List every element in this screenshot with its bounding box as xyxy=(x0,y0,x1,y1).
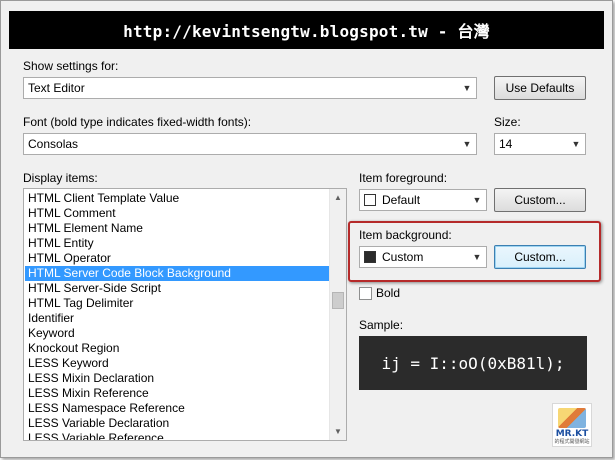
item-background-dropdown[interactable]: Custom ▼ xyxy=(359,246,487,268)
foreground-custom-button[interactable]: Custom... xyxy=(494,188,586,212)
list-item[interactable]: Knockout Region xyxy=(25,341,330,356)
list-item[interactable]: LESS Variable Declaration xyxy=(25,416,330,431)
fonts-and-colors-dialog: http://kevintsengtw.blogspot.tw - 台灣 Sho… xyxy=(0,0,613,458)
list-item[interactable]: HTML Client Template Value xyxy=(25,191,330,206)
logo-image-icon xyxy=(558,408,586,428)
font-value: Consolas xyxy=(28,137,79,151)
scroll-up-icon[interactable]: ▲ xyxy=(330,189,346,206)
item-foreground-dropdown[interactable]: Default ▼ xyxy=(359,189,487,211)
list-item[interactable]: HTML Element Name xyxy=(25,221,330,236)
list-item[interactable]: LESS Namespace Reference xyxy=(25,401,330,416)
font-label: Font (bold type indicates fixed-width fo… xyxy=(23,115,252,129)
item-foreground-value: Default xyxy=(382,193,421,207)
sample-text: ij = I::oO(0xB81l); xyxy=(381,353,565,373)
chevron-down-icon: ▼ xyxy=(571,139,581,149)
chevron-down-icon: ▼ xyxy=(462,83,472,93)
list-item[interactable]: Identifier xyxy=(25,311,330,326)
show-settings-label: Show settings for: xyxy=(23,59,119,73)
show-settings-value: Text Editor xyxy=(28,81,85,95)
list-item[interactable]: LESS Mixin Reference xyxy=(25,386,330,401)
list-item[interactable]: HTML Entity xyxy=(25,236,330,251)
list-item[interactable]: HTML Comment xyxy=(25,206,330,221)
scrollbar-thumb[interactable] xyxy=(332,292,344,309)
display-items-container: HTML Client Template Value HTML Comment HT… xyxy=(25,191,330,440)
size-value: 14 xyxy=(499,137,513,151)
vertical-scrollbar[interactable]: ▲ ▼ xyxy=(329,189,346,440)
bold-label[interactable]: Bold xyxy=(376,286,400,300)
logo-tagline: 的程式開發網站 xyxy=(554,439,590,445)
font-dropdown[interactable]: Consolas ▼ xyxy=(23,133,477,155)
show-settings-dropdown[interactable]: Text Editor ▼ xyxy=(23,77,477,99)
chevron-down-icon: ▼ xyxy=(462,139,472,149)
mrkt-logo: MR.KT 的程式開發網站 xyxy=(552,403,592,447)
sample-label: Sample: xyxy=(359,318,404,332)
list-item[interactable]: HTML Server Code Block Background xyxy=(25,266,330,281)
sample-preview: ij = I::oO(0xB81l); xyxy=(359,336,587,390)
chevron-down-icon: ▼ xyxy=(472,195,482,205)
use-defaults-button[interactable]: Use Defaults xyxy=(494,76,586,100)
background-color-swatch xyxy=(364,251,376,263)
url-banner: http://kevintsengtw.blogspot.tw - 台灣 xyxy=(9,11,604,49)
list-item[interactable]: LESS Variable Reference xyxy=(25,431,330,440)
size-dropdown[interactable]: 14 ▼ xyxy=(494,133,586,155)
list-item[interactable]: HTML Server-Side Script xyxy=(25,281,330,296)
list-item[interactable]: HTML Operator xyxy=(25,251,330,266)
list-item[interactable]: HTML Tag Delimiter xyxy=(25,296,330,311)
item-background-value: Custom xyxy=(382,250,424,264)
size-label: Size: xyxy=(494,115,521,129)
logo-brand: MR.KT xyxy=(555,429,589,439)
foreground-color-swatch xyxy=(364,194,376,206)
chevron-down-icon: ▼ xyxy=(472,252,482,262)
background-custom-button[interactable]: Custom... xyxy=(494,245,586,269)
list-item[interactable]: LESS Mixin Declaration xyxy=(25,371,330,386)
display-items-list[interactable]: HTML Client Template Value HTML Comment HT… xyxy=(23,188,347,441)
bold-checkbox[interactable] xyxy=(359,287,372,300)
display-items-label: Display items: xyxy=(23,171,98,185)
item-foreground-label: Item foreground: xyxy=(359,171,448,185)
list-item[interactable]: Keyword xyxy=(25,326,330,341)
scroll-down-icon[interactable]: ▼ xyxy=(330,423,346,440)
list-item[interactable]: LESS Keyword xyxy=(25,356,330,371)
item-background-label: Item background: xyxy=(359,228,452,242)
